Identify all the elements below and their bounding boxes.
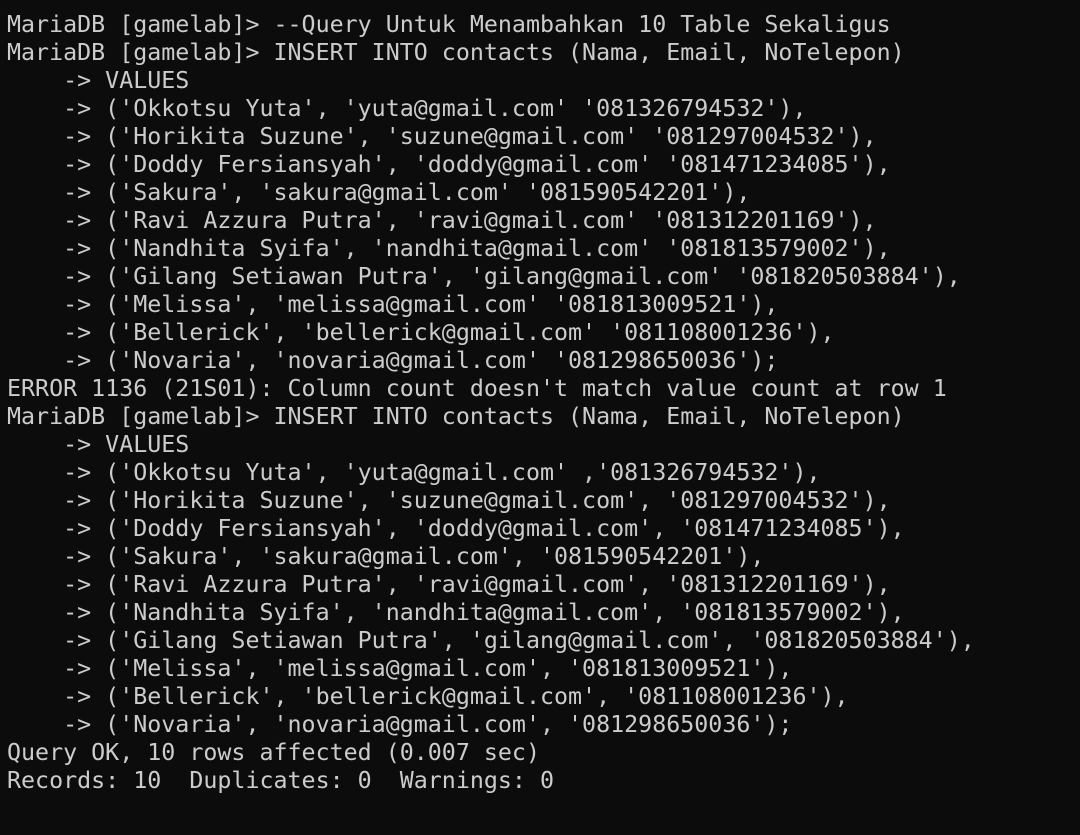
prompt-line-insert-2: MariaDB [gamelab]> INSERT INTO contacts … bbox=[7, 403, 905, 430]
continuation-row: -> ('Horikita Suzune', 'suzune@gmail.com… bbox=[7, 487, 891, 514]
continuation-values-2: -> VALUES bbox=[7, 431, 190, 458]
continuation-row: -> ('Okkotsu Yuta', 'yuta@gmail.com' ,'0… bbox=[7, 459, 821, 486]
continuation-row: -> ('Okkotsu Yuta', 'yuta@gmail.com' '08… bbox=[7, 95, 807, 122]
continuation-row: -> ('Melissa', 'melissa@gmail.com', '081… bbox=[7, 655, 793, 682]
continuation-row: -> ('Melissa', 'melissa@gmail.com' '0818… bbox=[7, 291, 779, 318]
prompt-line-insert-1: MariaDB [gamelab]> INSERT INTO contacts … bbox=[7, 39, 905, 66]
continuation-row: -> ('Novaria', 'novaria@gmail.com', '081… bbox=[7, 711, 793, 738]
continuation-row: -> ('Horikita Suzune', 'suzune@gmail.com… bbox=[7, 123, 877, 150]
records-summary: Records: 10 Duplicates: 0 Warnings: 0 bbox=[7, 767, 555, 794]
continuation-row: -> ('Doddy Fersiansyah', 'doddy@gmail.co… bbox=[7, 151, 891, 178]
continuation-row: -> ('Gilang Setiawan Putra', 'gilang@gma… bbox=[7, 263, 961, 290]
continuation-row: -> ('Gilang Setiawan Putra', 'gilang@gma… bbox=[7, 627, 975, 654]
error-message: ERROR 1136 (21S01): Column count doesn't… bbox=[7, 375, 947, 402]
continuation-row: -> ('Bellerick', 'bellerick@gmail.com' '… bbox=[7, 319, 835, 346]
continuation-row: -> ('Nandhita Syifa', 'nandhita@gmail.co… bbox=[7, 235, 891, 262]
continuation-row: -> ('Sakura', 'sakura@gmail.com' '081590… bbox=[7, 179, 751, 206]
continuation-row: -> ('Sakura', 'sakura@gmail.com', '08159… bbox=[7, 543, 765, 570]
continuation-row: -> ('Nandhita Syifa', 'nandhita@gmail.co… bbox=[7, 599, 905, 626]
input-area[interactable] bbox=[7, 795, 1080, 823]
continuation-row: -> ('Ravi Azzura Putra', 'ravi@gmail.com… bbox=[7, 207, 877, 234]
continuation-row: -> ('Bellerick', 'bellerick@gmail.com', … bbox=[7, 683, 849, 710]
continuation-row: -> ('Novaria', 'novaria@gmail.com' '0812… bbox=[7, 347, 779, 374]
query-ok-message: Query OK, 10 rows affected (0.007 sec) bbox=[7, 739, 540, 766]
terminal-window[interactable]: MariaDB [gamelab]> --Query Untuk Menamba… bbox=[0, 0, 1080, 835]
continuation-row: -> ('Ravi Azzura Putra', 'ravi@gmail.com… bbox=[7, 571, 891, 598]
prompt-line-comment: MariaDB [gamelab]> --Query Untuk Menamba… bbox=[7, 11, 891, 38]
continuation-row: -> ('Doddy Fersiansyah', 'doddy@gmail.co… bbox=[7, 515, 905, 542]
continuation-values-1: -> VALUES bbox=[7, 67, 190, 94]
